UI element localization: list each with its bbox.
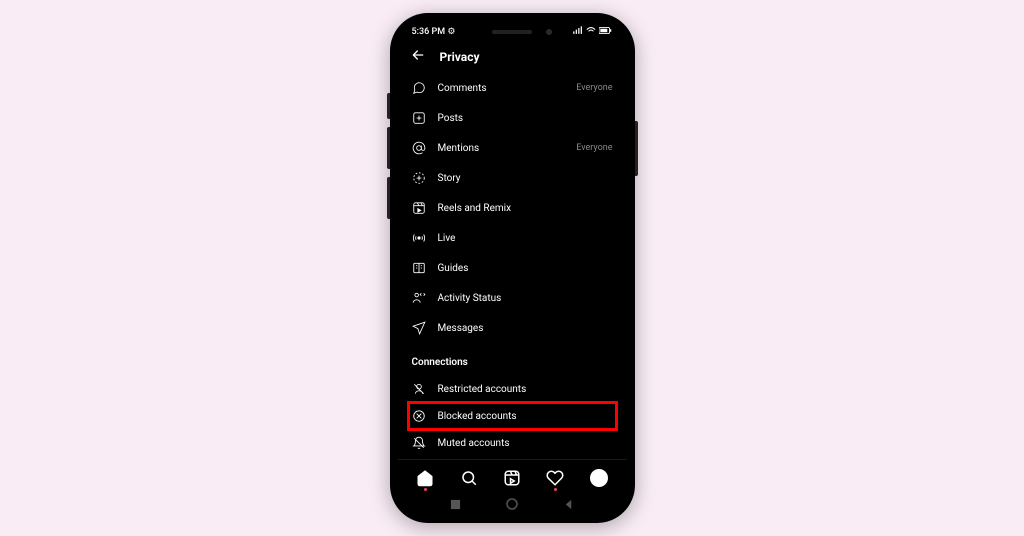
nav-profile[interactable] bbox=[589, 468, 609, 488]
battery-icon bbox=[599, 26, 613, 38]
comments-icon bbox=[412, 81, 426, 95]
menu-item-blocked[interactable]: Blocked accounts bbox=[407, 401, 618, 431]
blocked-icon bbox=[412, 409, 426, 423]
menu-label: Comments bbox=[438, 83, 565, 94]
menu-item-posts[interactable]: Posts bbox=[410, 103, 615, 133]
menu-item-guides[interactable]: Guides bbox=[410, 253, 615, 283]
menu-item-comments[interactable]: Comments Everyone bbox=[410, 73, 615, 103]
nav-search[interactable] bbox=[459, 468, 479, 488]
menu-item-live[interactable]: Live bbox=[410, 223, 615, 253]
status-right bbox=[573, 26, 613, 38]
menu-label: Messages bbox=[438, 323, 613, 334]
menu-label: Live bbox=[438, 233, 613, 244]
menu-item-reels[interactable]: Reels and Remix bbox=[410, 193, 615, 223]
android-nav-bar bbox=[398, 492, 627, 515]
menu-label: Posts bbox=[438, 113, 613, 124]
menu-label: Activity Status bbox=[438, 293, 613, 304]
wifi-icon bbox=[586, 26, 596, 38]
nav-reels[interactable] bbox=[502, 468, 522, 488]
messages-icon bbox=[412, 321, 426, 335]
page-title: Privacy bbox=[440, 50, 480, 64]
menu-item-restricted[interactable]: Restricted accounts bbox=[410, 374, 615, 404]
nav-activity[interactable] bbox=[545, 468, 565, 488]
front-camera bbox=[546, 29, 552, 35]
phone-frame: 5:36 PM ⚙ Privacy bbox=[390, 13, 635, 523]
menu-label: Reels and Remix bbox=[438, 203, 613, 214]
android-recent[interactable] bbox=[449, 497, 463, 511]
page-header: Privacy bbox=[398, 41, 627, 73]
content-scroll[interactable]: Comments Everyone Posts Mentions Everyon… bbox=[398, 73, 627, 459]
speaker bbox=[492, 30, 532, 34]
power-button bbox=[635, 121, 638, 176]
menu-item-mentions[interactable]: Mentions Everyone bbox=[410, 133, 615, 163]
menu-label: Restricted accounts bbox=[438, 384, 613, 395]
menu-item-story[interactable]: Story bbox=[410, 163, 615, 193]
live-icon bbox=[412, 231, 426, 245]
gear-icon: ⚙ bbox=[447, 27, 455, 37]
mentions-icon bbox=[412, 141, 426, 155]
notch bbox=[467, 25, 557, 39]
menu-label: Guides bbox=[438, 263, 613, 274]
activity-icon bbox=[412, 291, 426, 305]
menu-value: Everyone bbox=[576, 83, 612, 93]
menu-label: Story bbox=[438, 173, 613, 184]
menu-item-messages[interactable]: Messages bbox=[410, 313, 615, 343]
notification-dot bbox=[424, 488, 427, 491]
signal-icon bbox=[573, 26, 583, 38]
bottom-nav bbox=[398, 459, 627, 492]
menu-value: Everyone bbox=[576, 143, 612, 153]
back-arrow-icon[interactable] bbox=[410, 47, 426, 67]
reels-icon bbox=[412, 201, 426, 215]
time-label: 5:36 PM bbox=[412, 27, 446, 37]
screen: 5:36 PM ⚙ Privacy bbox=[398, 21, 627, 515]
android-home[interactable] bbox=[505, 497, 519, 511]
menu-item-muted[interactable]: Muted accounts bbox=[410, 428, 615, 458]
posts-icon bbox=[412, 111, 426, 125]
nav-home[interactable] bbox=[415, 468, 435, 488]
avatar bbox=[590, 469, 608, 487]
notification-dot bbox=[554, 488, 557, 491]
section-connections: Connections bbox=[410, 343, 615, 374]
menu-label: Muted accounts bbox=[438, 438, 613, 449]
story-icon bbox=[412, 171, 426, 185]
status-time: 5:36 PM ⚙ bbox=[412, 27, 456, 37]
guides-icon bbox=[412, 261, 426, 275]
menu-item-activity[interactable]: Activity Status bbox=[410, 283, 615, 313]
android-back[interactable] bbox=[561, 497, 575, 511]
menu-label: Blocked accounts bbox=[438, 411, 613, 422]
muted-icon bbox=[412, 436, 426, 450]
menu-label: Mentions bbox=[438, 143, 565, 154]
restricted-icon bbox=[412, 382, 426, 396]
